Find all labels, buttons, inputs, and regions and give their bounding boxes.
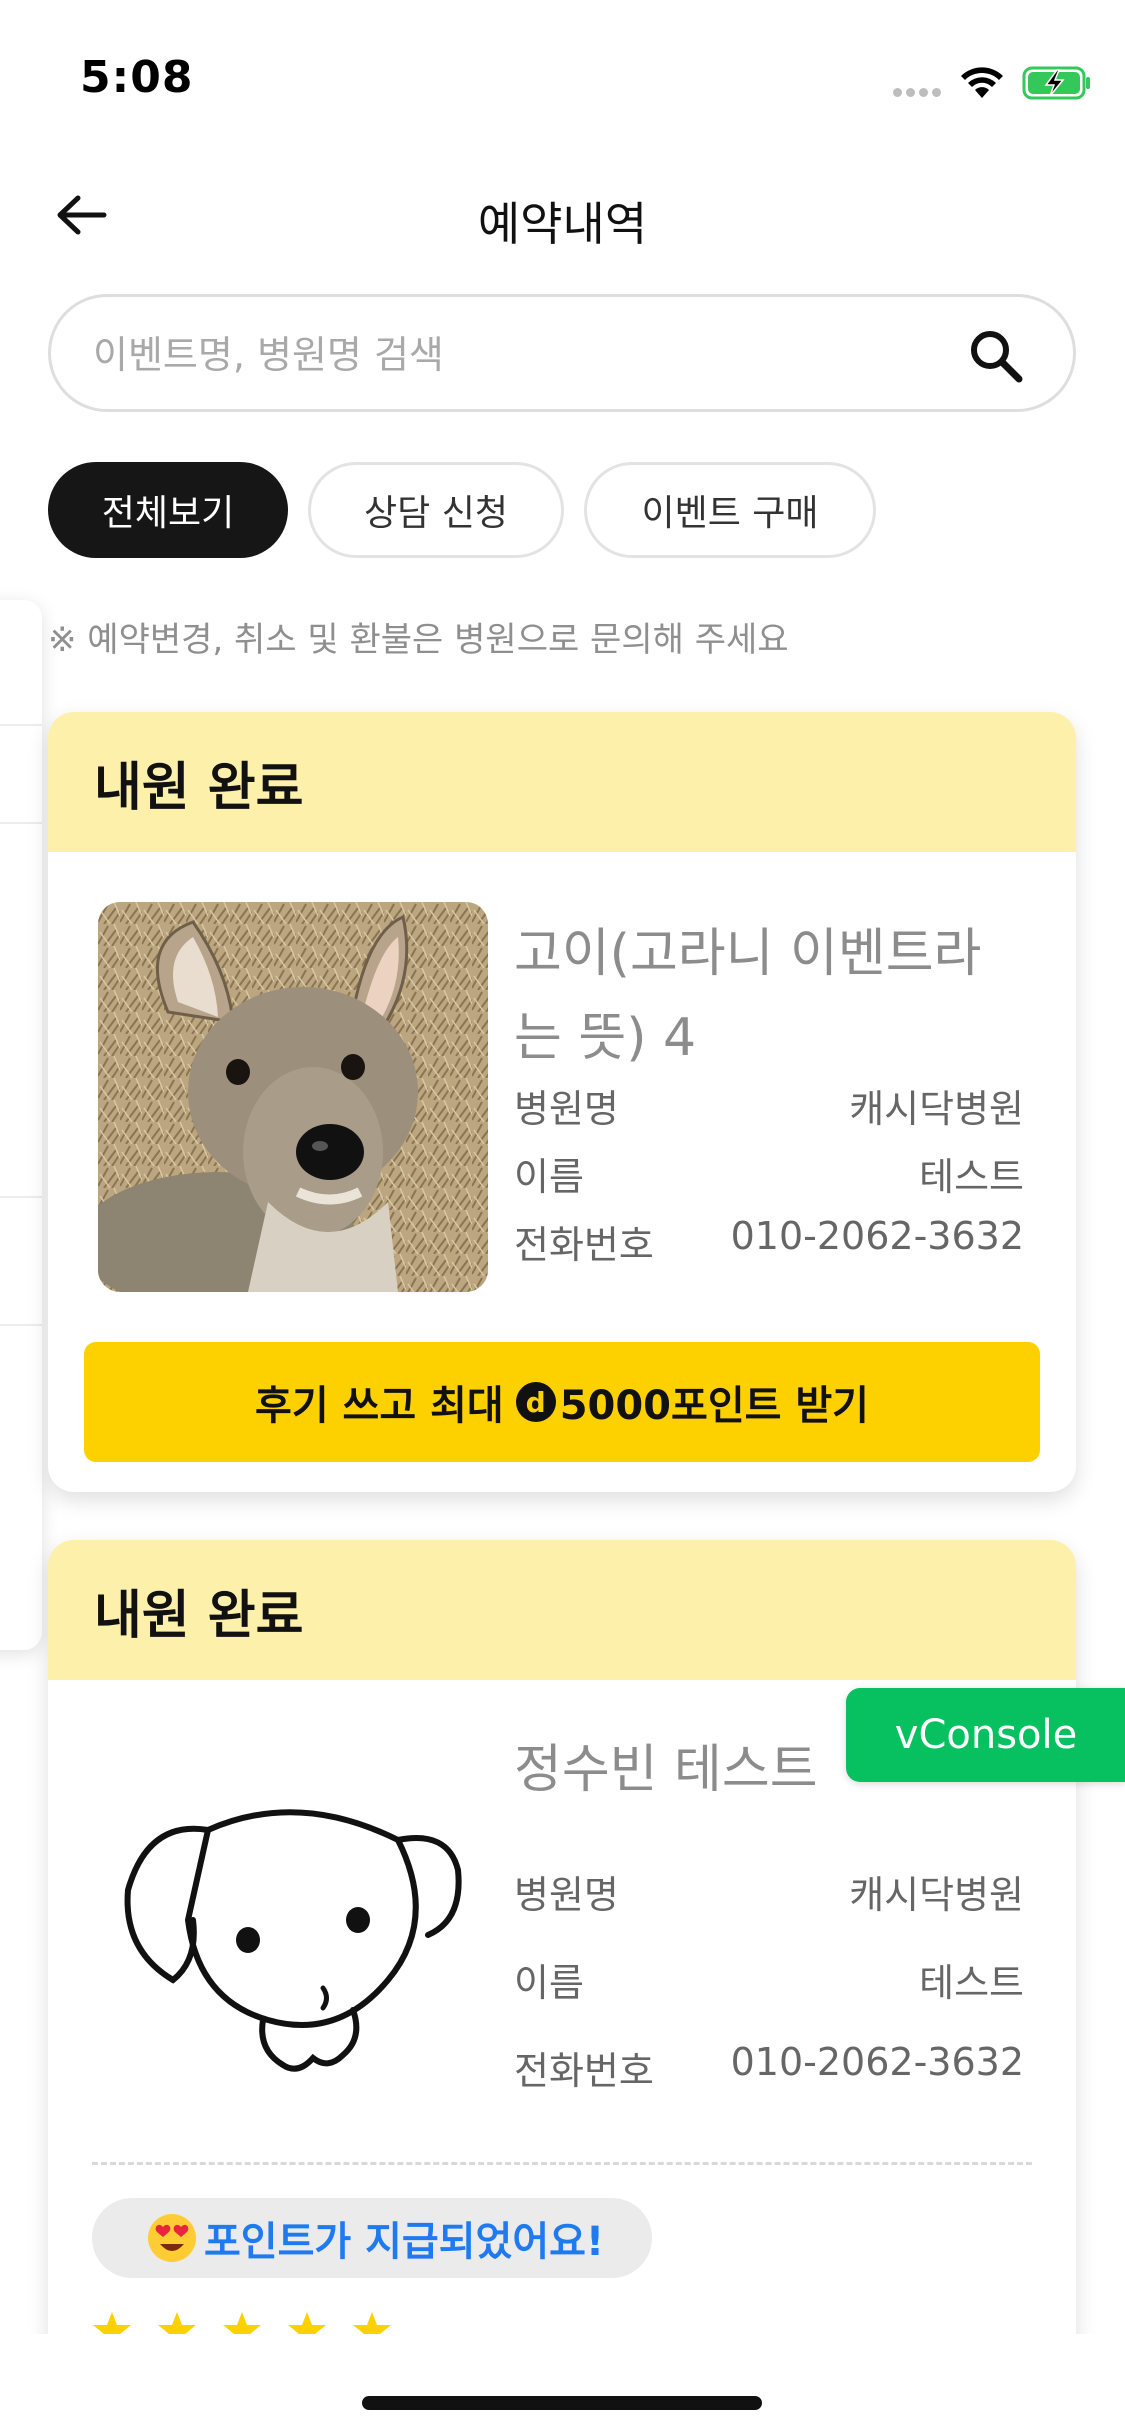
status-bar: 5:08: [0, 0, 1125, 140]
filter-chip-consultation[interactable]: 상담 신청: [308, 462, 564, 558]
phone-row: 전화번호 010-2062-3632: [514, 1214, 1024, 1274]
filter-chip-all[interactable]: 전체보기: [48, 462, 288, 558]
name-label: 이름: [514, 1961, 584, 2005]
card-header: 내원 완료: [48, 712, 1076, 852]
divider: [92, 2162, 1032, 2165]
vconsole-button[interactable]: vConsole: [846, 1688, 1125, 1782]
event-thumbnail[interactable]: [98, 1720, 488, 2110]
home-indicator[interactable]: [362, 2396, 762, 2410]
heart-eyes-emoji-icon: [148, 2214, 196, 2262]
review-button-suffix: 5000포인트 받기: [559, 1383, 869, 1429]
cellular-signal-icon: [893, 88, 943, 98]
name-label: 이름: [514, 1155, 584, 1199]
page-title: 예약내역: [477, 197, 648, 251]
reservation-card: 내원 완료 정수빈 테스트 병원명 캐시닥병원 이름 테스트 전화번호 010-…: [48, 1540, 1076, 2436]
filter-chip-event-purchase[interactable]: 이벤트 구매: [584, 462, 876, 558]
visit-status: 내원 완료: [94, 757, 304, 818]
hospital-label: 병원명: [514, 1087, 619, 1131]
phone-label: 전화번호: [514, 1223, 654, 1267]
card-header: 내원 완료: [48, 1540, 1076, 1680]
event-title-line-2: 는 뜻) 4: [514, 1008, 697, 1068]
hospital-row: 병원명 캐시닥병원: [514, 1864, 1024, 1924]
visit-status: 내원 완료: [94, 1585, 304, 1646]
write-review-button[interactable]: 후기 쓰고 최대 d 5000포인트 받기: [84, 1342, 1040, 1462]
event-title[interactable]: 고이(고라니 이벤트라 는 뜻) 4: [514, 912, 1034, 1080]
phone-value: 010-2062-3632: [730, 2040, 1024, 2084]
phone-value: 010-2062-3632: [730, 1214, 1024, 1258]
hospital-row: 병원명 캐시닥병원: [514, 1078, 1024, 1138]
points-awarded-text: 포인트가 지급되었어요!: [204, 2219, 605, 2265]
phone-row: 전화번호 010-2062-3632: [514, 2040, 1024, 2100]
name-row: 이름 테스트: [514, 1952, 1024, 2012]
status-time: 5:08: [80, 52, 194, 103]
search-bar[interactable]: [48, 294, 1076, 412]
bottom-safe-area: [0, 2334, 1125, 2436]
phone-label: 전화번호: [514, 2049, 654, 2093]
name-value: 테스트: [919, 1961, 1024, 2005]
points-awarded-badge: 포인트가 지급되었어요!: [92, 2198, 653, 2278]
search-input[interactable]: [93, 327, 953, 383]
name-row: 이름 테스트: [514, 1146, 1024, 1206]
side-drawer-edge[interactable]: [0, 600, 42, 1650]
search-icon[interactable]: [967, 327, 1025, 385]
event-title-line-1: 고이(고라니 이벤트라: [514, 924, 982, 984]
review-button-prefix: 후기 쓰고 최대: [255, 1383, 504, 1429]
hospital-value: 캐시닥병원: [849, 1087, 1024, 1131]
hospital-value: 캐시닥병원: [849, 1873, 1024, 1917]
refund-notice: ※ 예약변경, 취소 및 환불은 병원으로 문의해 주세요: [48, 620, 789, 660]
wifi-icon: [961, 67, 1003, 98]
event-thumbnail[interactable]: [98, 902, 488, 1292]
puppy-drawing-image: [98, 1720, 488, 2110]
reservation-card: 내원 완료 고이(고라니 이벤트라 는 뜻) 4 병원명 캐시닥병원 이름 테스…: [48, 712, 1076, 1492]
hospital-label: 병원명: [514, 1873, 619, 1917]
point-coin-icon: d: [515, 1382, 556, 1422]
top-app-bar: 예약내역: [0, 160, 1125, 270]
battery-charging-icon: [1022, 66, 1090, 100]
water-deer-image: [98, 902, 488, 1292]
name-value: 테스트: [919, 1155, 1024, 1199]
